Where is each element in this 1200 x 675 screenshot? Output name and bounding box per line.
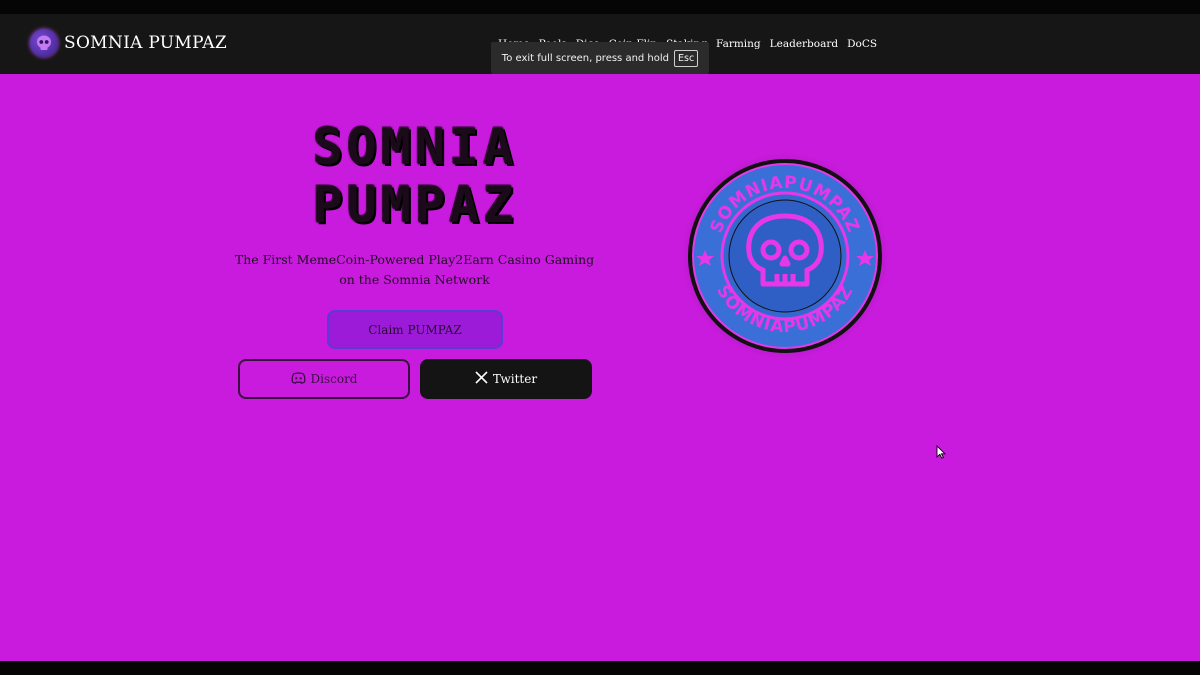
fullscreen-toast-text: To exit full screen, press and hold bbox=[501, 52, 670, 64]
nav-link-docs[interactable]: DoCS bbox=[847, 38, 877, 50]
claim-button-label: Claim PUMPAZ bbox=[368, 322, 462, 337]
skull-logo-icon bbox=[30, 29, 58, 57]
discord-button-label: Discord bbox=[310, 372, 358, 386]
letterbox-top bbox=[0, 0, 1200, 14]
x-icon bbox=[475, 371, 488, 387]
brand-name: SOMNIA PUMPAZ bbox=[64, 33, 228, 53]
hero-title: SOMNIA PUMPAZ bbox=[230, 118, 600, 234]
twitter-button[interactable]: Twitter bbox=[420, 359, 592, 399]
mouse-cursor-icon bbox=[936, 444, 947, 459]
hero-title-line-2: PUMPAZ bbox=[312, 176, 518, 234]
hero-section: SOMNIA PUMPAZ The First MemeCoin-Powered… bbox=[0, 74, 1200, 661]
fullscreen-exit-toast: To exit full screen, press and hold Esc bbox=[491, 42, 709, 74]
hero-title-line-1: SOMNIA bbox=[312, 118, 518, 176]
claim-pumpaz-button[interactable]: Claim PUMPAZ bbox=[327, 310, 503, 349]
tagline-line-2: on the Somnia Network bbox=[339, 272, 490, 287]
esc-key-badge: Esc bbox=[674, 49, 699, 67]
discord-icon bbox=[291, 371, 306, 387]
twitter-button-label: Twitter bbox=[492, 372, 538, 386]
somnia-pumpaz-coin-logo: SOMNIAPUMPAZ SOMNIAPUMPAZ bbox=[679, 150, 891, 362]
tagline-line-1: The First MemeCoin-Powered Play2Earn Cas… bbox=[234, 252, 595, 267]
letterbox-bottom bbox=[0, 661, 1200, 675]
nav-link-leaderboard[interactable]: Leaderboard bbox=[770, 38, 838, 50]
discord-button[interactable]: Discord bbox=[238, 359, 410, 399]
hero-tagline: The First MemeCoin-Powered Play2Earn Cas… bbox=[222, 250, 607, 290]
brand[interactable]: SOMNIA PUMPAZ bbox=[30, 29, 227, 57]
nav-link-farming[interactable]: Farming bbox=[716, 38, 761, 50]
